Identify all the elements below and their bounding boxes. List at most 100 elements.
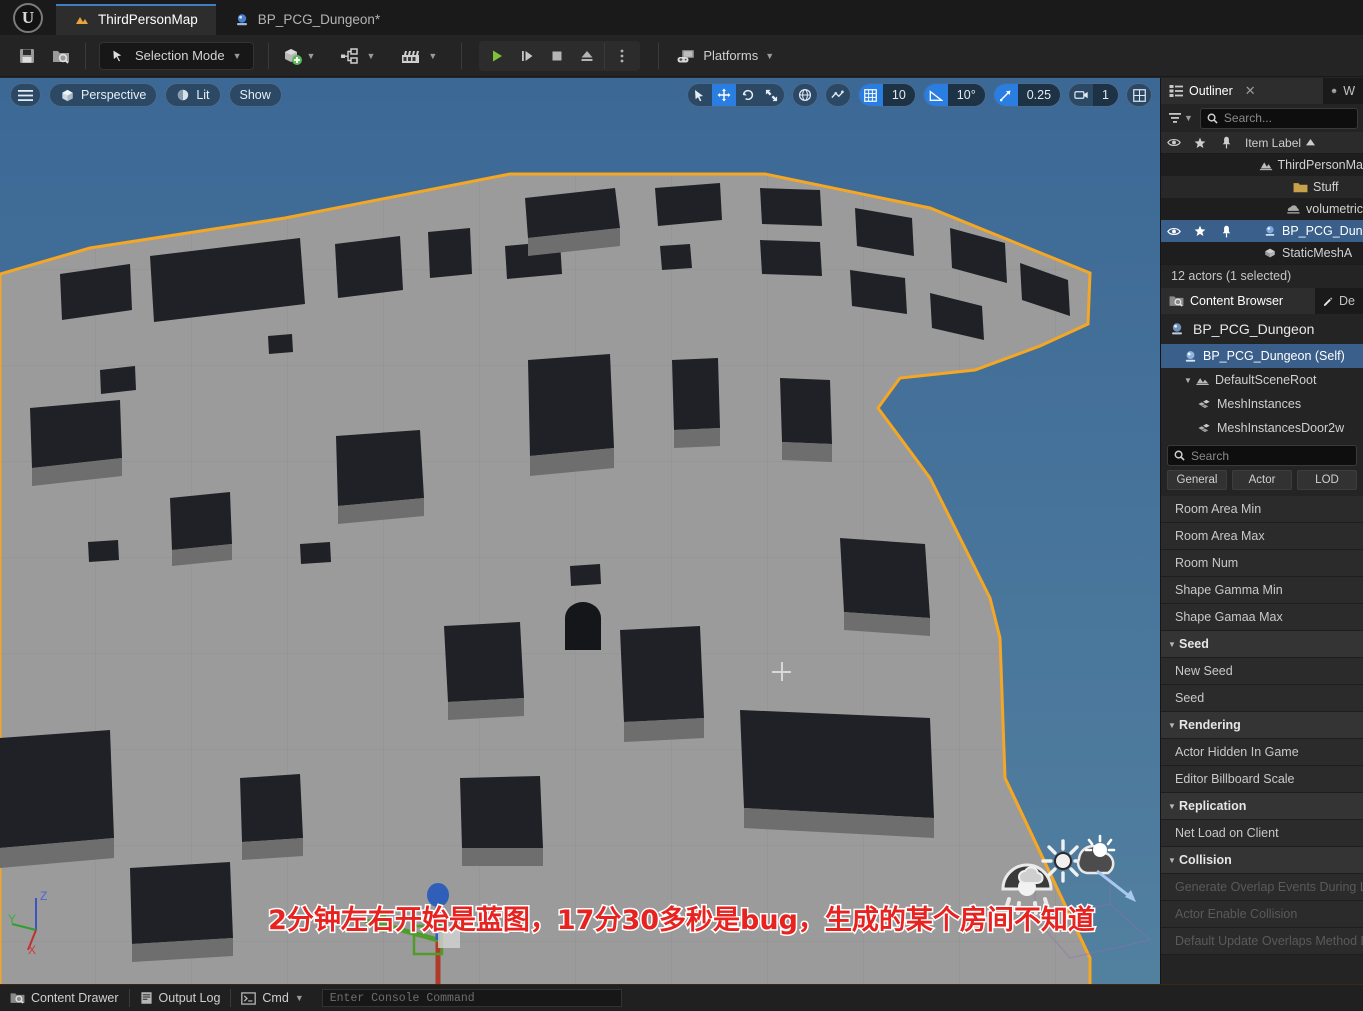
scale-snap-value[interactable]: 0.25 — [1017, 84, 1061, 106]
component-row-mesh-instances[interactable]: MeshInstances — [1161, 392, 1363, 416]
component-row-default-scene-root[interactable]: ▼ DefaultSceneRoot — [1161, 368, 1363, 392]
perspective-button[interactable]: Perspective — [49, 83, 158, 107]
stop-button[interactable] — [542, 42, 572, 70]
outliner-row-staticmesh[interactable]: StaticMeshA — [1161, 242, 1363, 264]
outliner-row-volumetric[interactable]: volumetric — [1161, 198, 1363, 220]
property-room-num[interactable]: Room Num — [1161, 550, 1363, 577]
content-drawer-button[interactable]: Content Drawer — [0, 985, 129, 1011]
property-room-area-max[interactable]: Room Area Max — [1161, 523, 1363, 550]
chevron-down-icon[interactable]: ▼ — [1181, 376, 1195, 385]
outliner-row-bp-pcg-dungeon[interactable]: BP_PCG_Dun — [1161, 220, 1363, 242]
star-icon[interactable] — [1187, 137, 1213, 149]
row-pin-icon[interactable] — [1213, 225, 1239, 238]
outliner-filter-button[interactable]: ▼ — [1166, 111, 1195, 125]
tab-details[interactable]: De — [1315, 288, 1363, 314]
close-icon[interactable]: ✕ — [1245, 83, 1256, 99]
angle-snap-value[interactable]: 10° — [947, 84, 985, 106]
eject-button[interactable] — [572, 42, 602, 70]
coordinate-system-button[interactable] — [791, 83, 818, 107]
camera-speed-icon[interactable] — [1069, 84, 1093, 106]
property-shape-gamma-min[interactable]: Shape Gamma Min — [1161, 577, 1363, 604]
console-command-input[interactable]: Enter Console Command — [321, 989, 622, 1007]
outliner-item-label-header[interactable]: Item Label — [1239, 136, 1316, 150]
scale-snap-toggle[interactable] — [993, 84, 1018, 106]
category-seed[interactable]: ▼ Seed — [1161, 631, 1363, 658]
output-log-icon — [140, 992, 152, 1004]
selection-mode-button[interactable]: Selection Mode ▼ — [99, 41, 254, 70]
details-filter-lod[interactable]: LOD — [1297, 470, 1357, 490]
selection-mode-label: Selection Mode — [135, 48, 225, 63]
axis-label-z: Z — [40, 889, 47, 903]
category-rendering[interactable]: ▼ Rendering — [1161, 712, 1363, 739]
maximize-viewport-button[interactable] — [1126, 83, 1152, 107]
select-tool-button[interactable] — [688, 84, 712, 106]
property-room-area-min[interactable]: Room Area Min — [1161, 496, 1363, 523]
grid-snap-toggle[interactable] — [858, 84, 883, 106]
tab-world-settings[interactable]: W — [1323, 78, 1363, 104]
outliner-row-stuff[interactable]: Stuff — [1161, 176, 1363, 198]
directional-light-icon[interactable] — [1073, 833, 1153, 913]
chevron-down-icon: ▼ — [1184, 113, 1193, 123]
translate-gizmo[interactable] — [352, 880, 472, 984]
platforms-button[interactable]: Platforms ▼ — [666, 41, 784, 71]
row-eye-icon[interactable] — [1161, 226, 1187, 237]
play-button[interactable] — [482, 42, 512, 70]
tab-outliner[interactable]: Outliner ✕ — [1161, 78, 1323, 104]
row-star-icon[interactable] — [1187, 225, 1213, 237]
category-replication[interactable]: ▼ Replication — [1161, 793, 1363, 820]
details-filter-actor[interactable]: Actor — [1232, 470, 1292, 490]
cmd-button[interactable]: Cmd ▼ — [231, 985, 313, 1011]
move-tool-button[interactable] — [711, 84, 736, 106]
blueprint-icon — [1172, 323, 1182, 335]
dungeon-scene — [0, 78, 1160, 984]
scale-tool-button[interactable] — [760, 84, 784, 106]
property-shape-gamaa-max[interactable]: Shape Gamaa Max — [1161, 604, 1363, 631]
property-default-update-overlaps[interactable]: Default Update Overlaps Method Dur — [1161, 928, 1363, 955]
play-frame-button[interactable] — [512, 42, 542, 70]
show-button[interactable]: Show — [228, 83, 282, 107]
pin-icon[interactable] — [1213, 136, 1239, 149]
grid-snap-value[interactable]: 10 — [882, 84, 915, 106]
details-search-input[interactable]: Search — [1167, 445, 1357, 466]
viewport-menu-button[interactable] — [10, 83, 41, 107]
output-log-button[interactable]: Output Log — [130, 985, 231, 1011]
toolbar-separator — [85, 42, 86, 69]
property-actor-hidden-in-game[interactable]: Actor Hidden In Game — [1161, 739, 1363, 766]
outliner-row-label: BP_PCG_Dun — [1282, 224, 1363, 238]
blueprints-button[interactable]: ▼ — [333, 41, 381, 71]
eye-icon[interactable] — [1161, 137, 1187, 148]
world-settings-tab-label: W — [1343, 84, 1355, 98]
tab-bp-pcg-dungeon[interactable]: BP_PCG_Dungeon* — [215, 4, 399, 35]
save-button[interactable] — [10, 41, 44, 71]
viewport-crosshair — [772, 662, 791, 681]
browse-content-button[interactable] — [44, 41, 78, 71]
property-actor-enable-collision[interactable]: Actor Enable Collision — [1161, 901, 1363, 928]
component-row-mesh-instances-door[interactable]: MeshInstancesDoor2w — [1161, 416, 1363, 440]
outliner-row-thirdpersonmap[interactable]: ThirdPersonMa — [1161, 154, 1363, 176]
unreal-engine-logo[interactable]: U — [0, 0, 56, 35]
outliner-search-input[interactable]: Search... — [1199, 107, 1358, 129]
more-options-button[interactable] — [607, 42, 637, 70]
add-actor-button[interactable]: ▼ — [276, 41, 322, 71]
property-seed[interactable]: Seed — [1161, 685, 1363, 712]
category-collision[interactable]: ▼ Collision — [1161, 847, 1363, 874]
level-viewport[interactable]: Perspective Lit Show 10 10° 0.25 1 Z Y X — [0, 78, 1160, 984]
property-new-seed[interactable]: New Seed — [1161, 658, 1363, 685]
component-row-self[interactable]: BP_PCG_Dungeon (Self) — [1161, 344, 1363, 368]
stop-icon — [552, 51, 562, 60]
property-generate-overlap-events[interactable]: Generate Overlap Events During Level Str… — [1161, 874, 1363, 901]
output-log-label: Output Log — [158, 991, 221, 1005]
surface-snap-button[interactable] — [824, 83, 851, 107]
details-filter-general[interactable]: General — [1167, 470, 1227, 490]
cinematics-button[interactable]: ▼ — [393, 41, 443, 71]
camera-speed-value[interactable]: 1 — [1093, 84, 1118, 106]
tab-content-browser[interactable]: Content Browser — [1161, 288, 1315, 314]
tab-third-person-map[interactable]: ThirdPersonMap — [56, 4, 216, 35]
lit-button[interactable]: Lit — [165, 83, 221, 107]
outliner-search-placeholder: Search... — [1223, 111, 1272, 125]
content-browser-icon — [1169, 296, 1184, 307]
property-editor-billboard-scale[interactable]: Editor Billboard Scale — [1161, 766, 1363, 793]
angle-snap-toggle[interactable] — [923, 84, 948, 106]
rotate-tool-button[interactable] — [736, 84, 760, 106]
property-net-load-on-client[interactable]: Net Load on Client — [1161, 820, 1363, 847]
